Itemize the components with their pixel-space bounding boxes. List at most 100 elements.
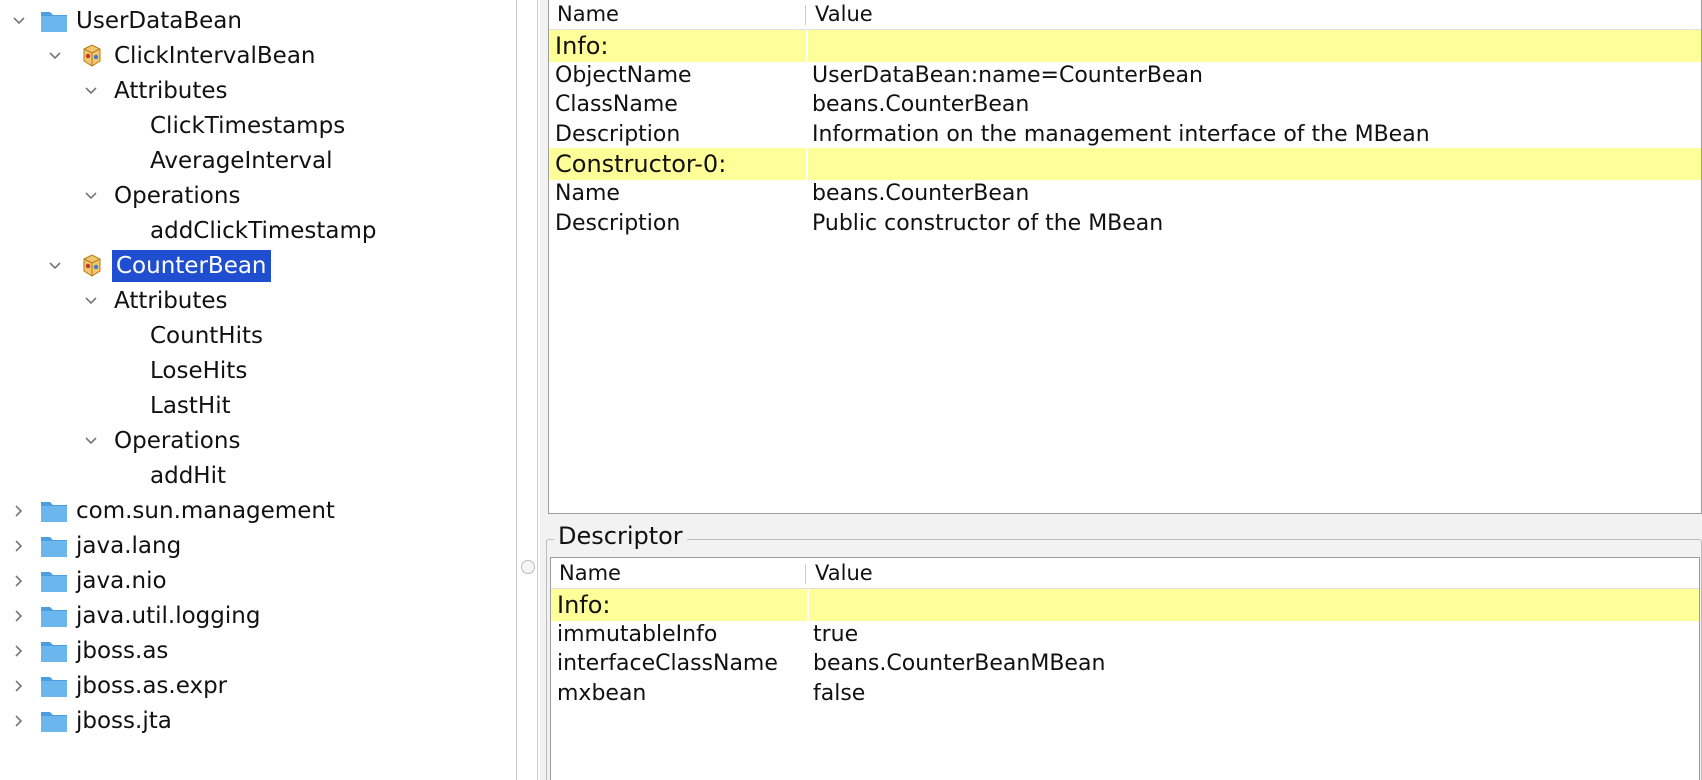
tree-node[interactable]: AverageInterval: [0, 142, 516, 180]
tree-node-label[interactable]: com.sun.management: [74, 495, 337, 527]
mbean-browser-window: UserDataBean ClickIntervalBean Attributes C…: [0, 0, 1702, 780]
tree-node-label-selected[interactable]: CounterBean: [112, 250, 271, 282]
divider-handle[interactable]: [521, 560, 535, 574]
tree-node-label[interactable]: AverageInterval: [148, 145, 335, 177]
tree-node[interactable]: LastHit: [0, 387, 516, 425]
tree-node-label[interactable]: UserDataBean: [74, 5, 244, 37]
mbean-tree[interactable]: UserDataBean ClickIntervalBean Attributes C…: [0, 0, 516, 780]
tree-node[interactable]: java.nio: [0, 562, 516, 600]
table-row[interactable]: immutableInfo true: [551, 619, 1699, 651]
column-header-name[interactable]: Name: [549, 0, 619, 29]
tree-node[interactable]: Attributes: [0, 282, 516, 320]
tree-node[interactable]: Operations: [0, 177, 516, 215]
property-name-cell: ObjectName: [555, 62, 692, 88]
chevron-down-icon[interactable]: [80, 72, 102, 110]
section-title: Constructor-0:: [555, 150, 727, 179]
chevron-down-icon[interactable]: [8, 2, 30, 40]
table-row[interactable]: mxbean false: [551, 678, 1699, 710]
section-header-row[interactable]: Info:: [549, 30, 1701, 62]
property-name-cell: interfaceClassName: [557, 651, 778, 677]
property-value-cell: beans.CounterBean: [812, 92, 1030, 118]
tree-node-label[interactable]: ClickIntervalBean: [112, 40, 318, 72]
table-row[interactable]: ObjectName UserDataBean:name=CounterBean: [549, 60, 1701, 92]
tree-node[interactable]: jboss.as.expr: [0, 667, 516, 705]
tree-node[interactable]: addClickTimestamp: [0, 212, 516, 250]
table-header: Name Value: [551, 558, 1699, 589]
property-name-cell: Description: [555, 210, 681, 236]
tree-node[interactable]: CountHits: [0, 317, 516, 355]
tree-node[interactable]: UserDataBean: [0, 2, 516, 40]
tree-node-label[interactable]: addClickTimestamp: [148, 215, 379, 247]
section-header-row[interactable]: Constructor-0:: [549, 148, 1701, 181]
column-separator[interactable]: [805, 5, 806, 25]
tree-node[interactable]: CounterBean: [0, 247, 516, 285]
property-value-cell: Public constructor of the MBean: [812, 210, 1164, 236]
chevron-down-icon[interactable]: [80, 177, 102, 215]
property-value-cell: Information on the management interface …: [812, 121, 1430, 147]
tree-node[interactable]: java.util.logging: [0, 597, 516, 635]
chevron-down-icon[interactable]: [44, 37, 66, 75]
chevron-down-icon[interactable]: [80, 422, 102, 460]
tree-node[interactable]: com.sun.management: [0, 492, 516, 530]
tree-node[interactable]: ClickIntervalBean: [0, 37, 516, 75]
table-row[interactable]: ClassName beans.CounterBean: [549, 89, 1701, 121]
tree-node-label[interactable]: LastHit: [148, 390, 233, 422]
column-header-value[interactable]: Value: [807, 558, 873, 588]
chevron-right-icon[interactable]: [8, 597, 30, 635]
folder-icon: [40, 673, 68, 699]
tree-node-label[interactable]: java.lang: [74, 530, 183, 562]
folder-icon: [40, 498, 68, 524]
tree-node-label[interactable]: java.nio: [74, 565, 169, 597]
tree-node[interactable]: jboss.jta: [0, 702, 516, 740]
tree-node[interactable]: ClickTimestamps: [0, 107, 516, 145]
section-title: Info:: [555, 32, 609, 60]
chevron-right-icon[interactable]: [8, 632, 30, 670]
column-separator[interactable]: [805, 564, 806, 584]
tree-node[interactable]: Operations: [0, 422, 516, 460]
column-header-value[interactable]: Value: [807, 0, 873, 29]
chevron-down-icon[interactable]: [80, 282, 102, 320]
tree-node[interactable]: java.lang: [0, 527, 516, 565]
tree-node-label[interactable]: jboss.jta: [74, 705, 174, 737]
tree-node-label[interactable]: jboss.as: [74, 635, 170, 667]
tree-node-label[interactable]: java.util.logging: [74, 600, 262, 632]
property-value-cell: UserDataBean:name=CounterBean: [812, 62, 1203, 88]
table-row[interactable]: Description Information on the management…: [549, 119, 1701, 151]
chevron-right-icon[interactable]: [8, 702, 30, 740]
table-row[interactable]: Name beans.CounterBean: [549, 178, 1701, 210]
chevron-right-icon[interactable]: [8, 562, 30, 600]
tree-node-label[interactable]: Attributes: [112, 285, 230, 317]
section-header-row[interactable]: Info:: [551, 589, 1699, 621]
property-value-cell: beans.CounterBeanMBean: [813, 651, 1106, 677]
tree-node-label[interactable]: ClickTimestamps: [148, 110, 347, 142]
property-value-cell: true: [813, 621, 859, 647]
chevron-right-icon[interactable]: [8, 667, 30, 705]
chevron-right-icon[interactable]: [8, 527, 30, 565]
folder-icon: [40, 603, 68, 629]
split-pane-divider[interactable]: [516, 0, 539, 780]
tree-node[interactable]: Attributes: [0, 72, 516, 110]
chevron-right-icon[interactable]: [8, 492, 30, 530]
cell-separator: [806, 30, 808, 62]
folder-icon: [40, 638, 68, 664]
property-name-cell: Name: [555, 181, 620, 206]
chevron-down-icon[interactable]: [44, 247, 66, 285]
table-row[interactable]: interfaceClassName beans.CounterBeanMBean: [551, 648, 1699, 680]
tree-node[interactable]: addHit: [0, 457, 516, 495]
bean-icon: [78, 43, 106, 69]
tree-node-label[interactable]: CountHits: [148, 320, 265, 352]
tree-node-label[interactable]: Operations: [112, 425, 242, 457]
folder-icon: [40, 533, 68, 559]
tree-node[interactable]: jboss.as: [0, 632, 516, 670]
divider-line: [516, 0, 517, 780]
tree-node-label[interactable]: jboss.as.expr: [74, 670, 229, 702]
tree-node-label[interactable]: Operations: [112, 180, 242, 212]
column-header-name[interactable]: Name: [551, 558, 621, 588]
tree-node[interactable]: LoseHits: [0, 352, 516, 390]
table-header: Name Value: [549, 0, 1701, 30]
property-name-cell: ClassName: [555, 92, 678, 118]
tree-node-label[interactable]: addHit: [148, 460, 228, 492]
tree-node-label[interactable]: Attributes: [112, 75, 230, 107]
tree-node-label[interactable]: LoseHits: [148, 355, 249, 387]
table-row[interactable]: Description Public constructor of the MBe…: [549, 208, 1701, 240]
